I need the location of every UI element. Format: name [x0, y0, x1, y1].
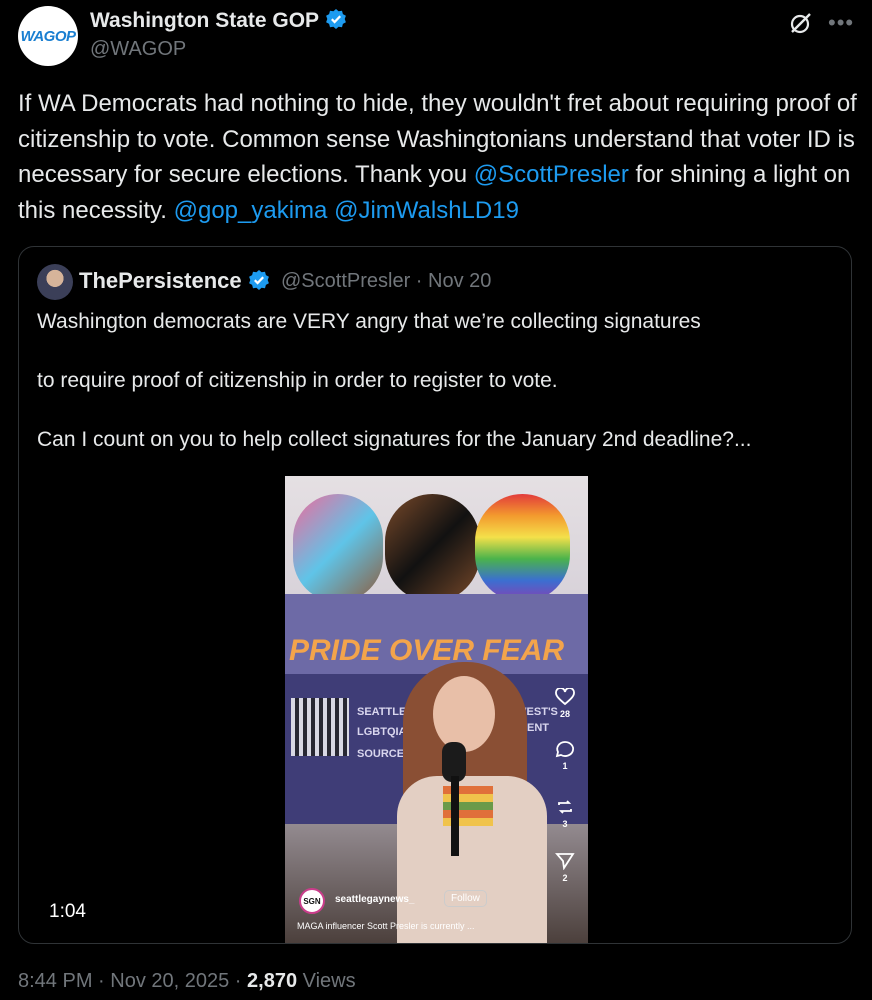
tweet-text: If WA Democrats had nothing to hide, the… [18, 86, 858, 228]
comment-action: 1 [553, 740, 577, 771]
views-label: Views [297, 970, 356, 992]
person-face [433, 676, 495, 752]
share-icon [555, 853, 575, 870]
author-display-name[interactable]: Washington State GOP [90, 8, 347, 36]
like-count: 28 [559, 709, 570, 719]
sign-text: SOURCE [357, 748, 405, 760]
ig-username: seattlegaynews_ [335, 894, 415, 905]
tweet-timestamp[interactable]: 8:44 PM · Nov 20, 2025 · [18, 970, 247, 992]
ig-account-avatar: SGN [299, 888, 325, 914]
comment-icon [555, 741, 574, 758]
grok-icon[interactable] [788, 10, 814, 36]
more-options-icon[interactable]: ••• [828, 12, 854, 34]
quoted-author-avatar[interactable] [37, 264, 73, 300]
share-count: 2 [562, 873, 568, 883]
verified-badge-icon [248, 269, 270, 297]
video-player[interactable]: PRIDE OVER FEAR SEATTLE & T LGBTQIA+ SOU… [285, 476, 588, 943]
ig-caption: MAGA influencer Scott Presler is current… [297, 921, 475, 931]
video-duration: 1:04 [49, 901, 86, 922]
mention-link[interactable]: @ScottPresler [474, 161, 629, 188]
banner-letter-n [475, 494, 570, 602]
repost-icon [558, 800, 572, 814]
qr-code-image [291, 698, 349, 756]
ig-follow-button: Follow [444, 890, 487, 907]
author-handle[interactable]: @WAGOP [90, 38, 186, 61]
verified-badge-icon [325, 8, 347, 36]
mention-link[interactable]: @gop_yakima [174, 197, 328, 224]
repost-count: 3 [562, 819, 568, 829]
tweet-meta: 8:44 PM · Nov 20, 2025 · 2,870 Views [18, 970, 356, 993]
author-name-text: Washington State GOP [90, 9, 320, 32]
views-count: 2,870 [247, 970, 298, 992]
like-action: 28 [553, 688, 577, 719]
quoted-handle-time[interactable]: @ScottPresler · Nov 20 [281, 270, 491, 293]
mention-link[interactable]: @JimWalshLD19 [334, 197, 519, 224]
quoted-name-text: ThePersistence [79, 268, 242, 293]
share-action: 2 [553, 852, 577, 883]
quoted-tweet-card[interactable]: ThePersistence @ScottPresler · Nov 20 Wa… [18, 246, 852, 944]
quoted-paragraph: Washington democrats are VERY angry that… [37, 310, 701, 333]
quoted-tweet-text: Washington democrats are VERY angry that… [37, 307, 837, 484]
repost-action: 3 [553, 798, 577, 829]
microphone-handle [451, 776, 459, 856]
banner-letter-g [385, 494, 480, 602]
quoted-author-name[interactable]: ThePersistence [79, 268, 270, 297]
heart-icon [555, 688, 575, 706]
quoted-paragraph: to require proof of citizenship in order… [37, 369, 558, 392]
banner-slogan: PRIDE OVER FEAR [289, 634, 565, 667]
quoted-paragraph: Can I count on you to help collect signa… [37, 428, 752, 451]
author-avatar[interactable]: WAGOP [18, 6, 78, 66]
banner-letter-s [293, 494, 383, 602]
comment-count: 1 [562, 761, 568, 771]
avatar-logo-text: WAGOP [20, 27, 76, 45]
